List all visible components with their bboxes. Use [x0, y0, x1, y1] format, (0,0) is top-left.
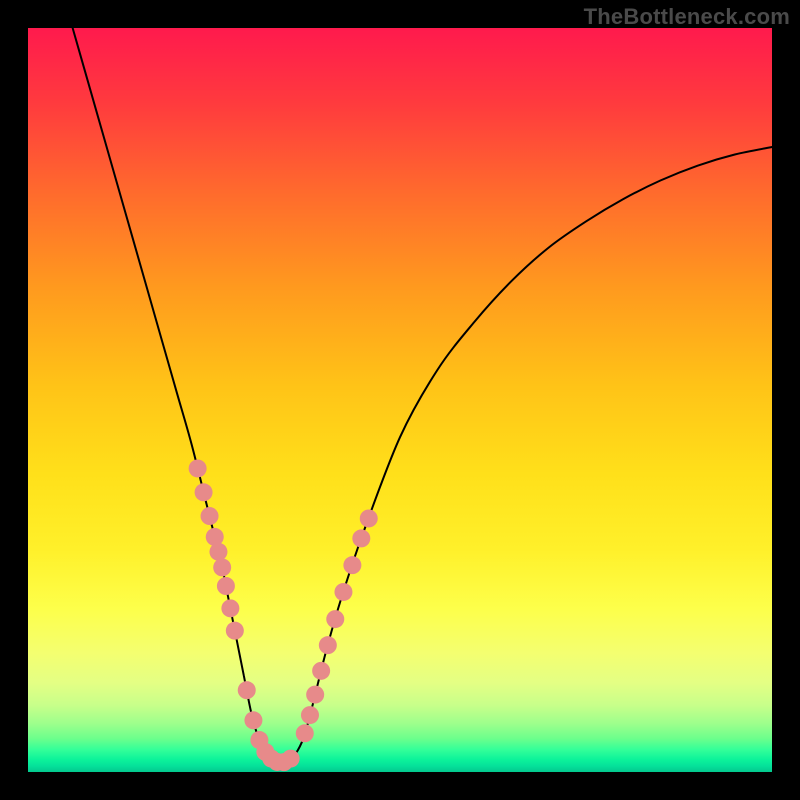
- highlight-dot: [201, 507, 219, 525]
- highlight-dot: [343, 556, 361, 574]
- chart-frame: TheBottleneck.com: [0, 0, 800, 800]
- highlight-dot: [326, 610, 344, 628]
- highlight-dot: [301, 706, 319, 724]
- highlight-dot: [360, 509, 378, 527]
- watermark-text: TheBottleneck.com: [584, 4, 790, 30]
- chart-overlay: [28, 28, 772, 772]
- highlight-dot: [238, 681, 256, 699]
- highlight-dot: [189, 459, 207, 477]
- highlight-dot: [217, 577, 235, 595]
- highlight-dot: [282, 750, 300, 768]
- highlight-dot: [319, 636, 337, 654]
- highlight-dot: [195, 483, 213, 501]
- highlight-dot: [221, 599, 239, 617]
- plot-area: [28, 28, 772, 772]
- highlight-dot: [213, 558, 231, 576]
- highlight-dot: [334, 583, 352, 601]
- highlight-dot: [312, 662, 330, 680]
- highlight-dot: [226, 622, 244, 640]
- highlight-dot: [296, 724, 314, 742]
- highlight-dot: [244, 711, 262, 729]
- bottleneck-curve: [73, 28, 772, 763]
- highlight-dot: [209, 543, 227, 561]
- highlight-dots: [189, 459, 378, 771]
- highlight-dot: [352, 529, 370, 547]
- highlight-dot: [306, 686, 324, 704]
